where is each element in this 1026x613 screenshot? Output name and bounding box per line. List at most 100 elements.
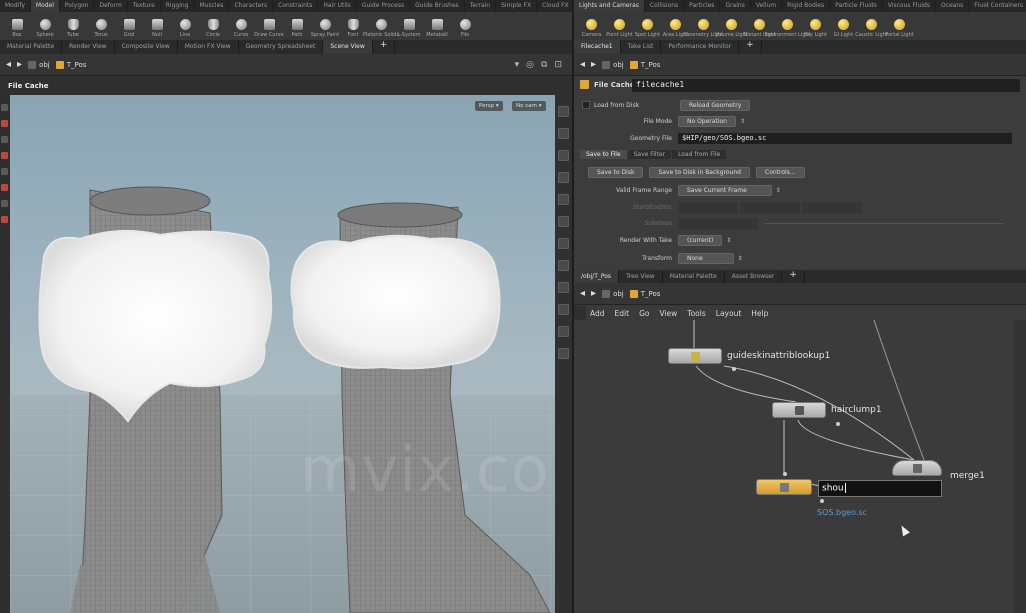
- controls-button[interactable]: Controls...: [756, 166, 805, 178]
- handle-tool-icon[interactable]: [1, 136, 8, 143]
- shelf-tab-guide-brushes[interactable]: Guide Brushes: [410, 0, 465, 12]
- tab-save-filter[interactable]: Save Filter: [627, 150, 672, 159]
- end-field[interactable]: [740, 201, 800, 213]
- forward-arrow-icon[interactable]: ▸: [591, 288, 596, 299]
- tab-obj-t-pos[interactable]: /obj/T_Pos: [574, 270, 620, 283]
- tab-asset-browser[interactable]: Asset Browser: [725, 270, 783, 283]
- hairclump-node[interactable]: [772, 402, 826, 418]
- menu-tools[interactable]: Tools: [687, 309, 705, 318]
- tool-curve[interactable]: Curve: [228, 19, 254, 38]
- breadcrumb-node[interactable]: T_Pos: [629, 289, 660, 298]
- tool-torus[interactable]: Torus: [88, 19, 114, 38]
- camera-menu[interactable]: No cam ▾: [512, 101, 546, 111]
- save-to-disk-button[interactable]: Save to Disk: [588, 166, 644, 178]
- back-arrow-icon[interactable]: ◂: [6, 59, 11, 70]
- shelf-tab-rigging[interactable]: Rigging: [161, 0, 195, 12]
- tab-motion-fx-view[interactable]: Motion FX View: [178, 40, 239, 54]
- tab-material-palette[interactable]: Material Palette: [663, 270, 725, 283]
- pose-tool-icon[interactable]: [1, 152, 8, 159]
- menu-help[interactable]: Help: [751, 309, 768, 318]
- settings-icon[interactable]: [558, 348, 569, 359]
- tool-tube[interactable]: Tube: [60, 19, 86, 38]
- substeps-slider[interactable]: [764, 223, 1004, 224]
- shelf-tab-simple-fx[interactable]: Simple FX: [496, 0, 538, 12]
- snapshot-icon[interactable]: [558, 282, 569, 293]
- menu-go[interactable]: Go: [639, 309, 649, 318]
- merge-node[interactable]: [892, 460, 942, 476]
- forward-arrow-icon[interactable]: ▸: [17, 59, 22, 70]
- forward-arrow-icon[interactable]: ▸: [591, 59, 596, 70]
- tab-render-view[interactable]: Render View: [62, 40, 115, 54]
- shelf-tab-modify[interactable]: Modify: [0, 0, 31, 12]
- menu-arrows-icon[interactable]: ⇕: [726, 237, 731, 244]
- tool-sky-light[interactable]: Sky Light: [802, 19, 829, 38]
- tool-camera[interactable]: Camera: [578, 19, 605, 38]
- shelf-tab-cloud-fx[interactable]: Cloud FX: [537, 0, 572, 12]
- shaded-icon[interactable]: [558, 128, 569, 139]
- ghost-icon[interactable]: [558, 304, 569, 315]
- shelf-tab-collisions[interactable]: Collisions: [645, 0, 685, 12]
- shelf-tab-polygon[interactable]: Polygon: [60, 0, 95, 12]
- menu-arrows-icon[interactable]: ⇕: [740, 118, 745, 125]
- shelf-tab-characters[interactable]: Characters: [229, 0, 274, 12]
- tab-geometry-spreadsheet[interactable]: Geometry Spreadsheet: [239, 40, 324, 54]
- tab-performance-monitor[interactable]: Performance Monitor: [661, 40, 740, 54]
- background-icon[interactable]: [558, 260, 569, 271]
- tool-gi-light[interactable]: GI Light: [830, 19, 857, 38]
- persp-menu[interactable]: Persp ▾: [475, 101, 503, 111]
- pin-icon[interactable]: ◎: [526, 60, 534, 70]
- tool-file[interactable]: File: [452, 19, 478, 38]
- lights-icon[interactable]: [558, 216, 569, 227]
- tool-point-light[interactable]: Point Light: [606, 19, 633, 38]
- load-from-disk-checkbox[interactable]: [582, 101, 590, 109]
- add-tab-icon[interactable]: +: [782, 270, 805, 283]
- geometry-file-field[interactable]: $HIP/geo/SOS.bgeo.sc: [678, 132, 1012, 144]
- brush-tool-icon[interactable]: [1, 184, 8, 191]
- tab-take-list[interactable]: Take List: [621, 40, 662, 54]
- shelf-tab-model[interactable]: Model: [30, 0, 60, 12]
- add-tab-icon[interactable]: +: [373, 40, 396, 54]
- node-name-field[interactable]: filecache1: [632, 79, 1020, 92]
- float-pane-icon[interactable]: ⊡: [554, 60, 562, 70]
- substeps-field[interactable]: [678, 217, 758, 229]
- reload-geometry-button[interactable]: Reload Geometry: [680, 99, 751, 111]
- wireframe-icon[interactable]: [558, 106, 569, 117]
- point-display-icon[interactable]: [558, 150, 569, 161]
- tool-spray-paint[interactable]: Spray Paint: [311, 19, 339, 38]
- tool-draw-curve[interactable]: Draw Curve: [254, 19, 284, 38]
- menu-edit[interactable]: Edit: [615, 309, 630, 318]
- shelf-tab-lights-and-cameras[interactable]: Lights and Cameras: [574, 0, 645, 12]
- menu-view[interactable]: View: [659, 309, 677, 318]
- shelf-tab-terrain[interactable]: Terrain: [465, 0, 497, 12]
- shelf-tab-deform[interactable]: Deform: [94, 0, 128, 12]
- shelf-tab-guide-process[interactable]: Guide Process: [357, 0, 411, 12]
- tool-caustic-light[interactable]: Caustic Light: [855, 19, 888, 38]
- shelf-tab-grains[interactable]: Grains: [720, 0, 751, 12]
- view-tool-icon[interactable]: [1, 168, 8, 175]
- tab-load-from-file[interactable]: Load from File: [672, 150, 727, 159]
- filecache-node[interactable]: [756, 479, 812, 495]
- tool-metaball[interactable]: Metaball: [424, 19, 450, 38]
- tab-tree-view[interactable]: Tree View: [619, 270, 663, 283]
- camera-icon[interactable]: [558, 194, 569, 205]
- shelf-tab-viscous-fluids[interactable]: Viscous Fluids: [883, 0, 936, 12]
- valid-frame-range-menu[interactable]: Save Current Frame: [678, 184, 772, 196]
- tool-line[interactable]: Line: [172, 19, 198, 38]
- tab-material-palette[interactable]: Material Palette: [0, 40, 63, 54]
- tab-scene-view[interactable]: Scene View: [323, 40, 373, 54]
- start-field[interactable]: [678, 201, 738, 213]
- shelf-tab-particles[interactable]: Particles: [684, 0, 721, 12]
- save-background-button[interactable]: Save to Disk in Background: [649, 166, 750, 178]
- render-take-menu[interactable]: (current): [678, 234, 723, 246]
- tab-filecache1[interactable]: Filecache1: [574, 40, 621, 54]
- shelf-tab-muscles[interactable]: Muscles: [195, 0, 230, 12]
- menu-arrows-icon[interactable]: ⇕: [738, 255, 743, 262]
- back-arrow-icon[interactable]: ◂: [580, 288, 585, 299]
- normal-display-icon[interactable]: [558, 172, 569, 183]
- scene-viewport[interactable]: Persp ▾ No cam ▾ mvix.com: [10, 95, 555, 613]
- shelf-tab-particle-fluids[interactable]: Particle Fluids: [830, 0, 883, 12]
- tool-grid[interactable]: Grid: [116, 19, 142, 38]
- tool-spot-light[interactable]: Spot Light: [634, 19, 661, 38]
- tab-search-input[interactable]: shou: [818, 480, 942, 497]
- tool-platonic-solids[interactable]: Platonic Solids: [363, 19, 399, 38]
